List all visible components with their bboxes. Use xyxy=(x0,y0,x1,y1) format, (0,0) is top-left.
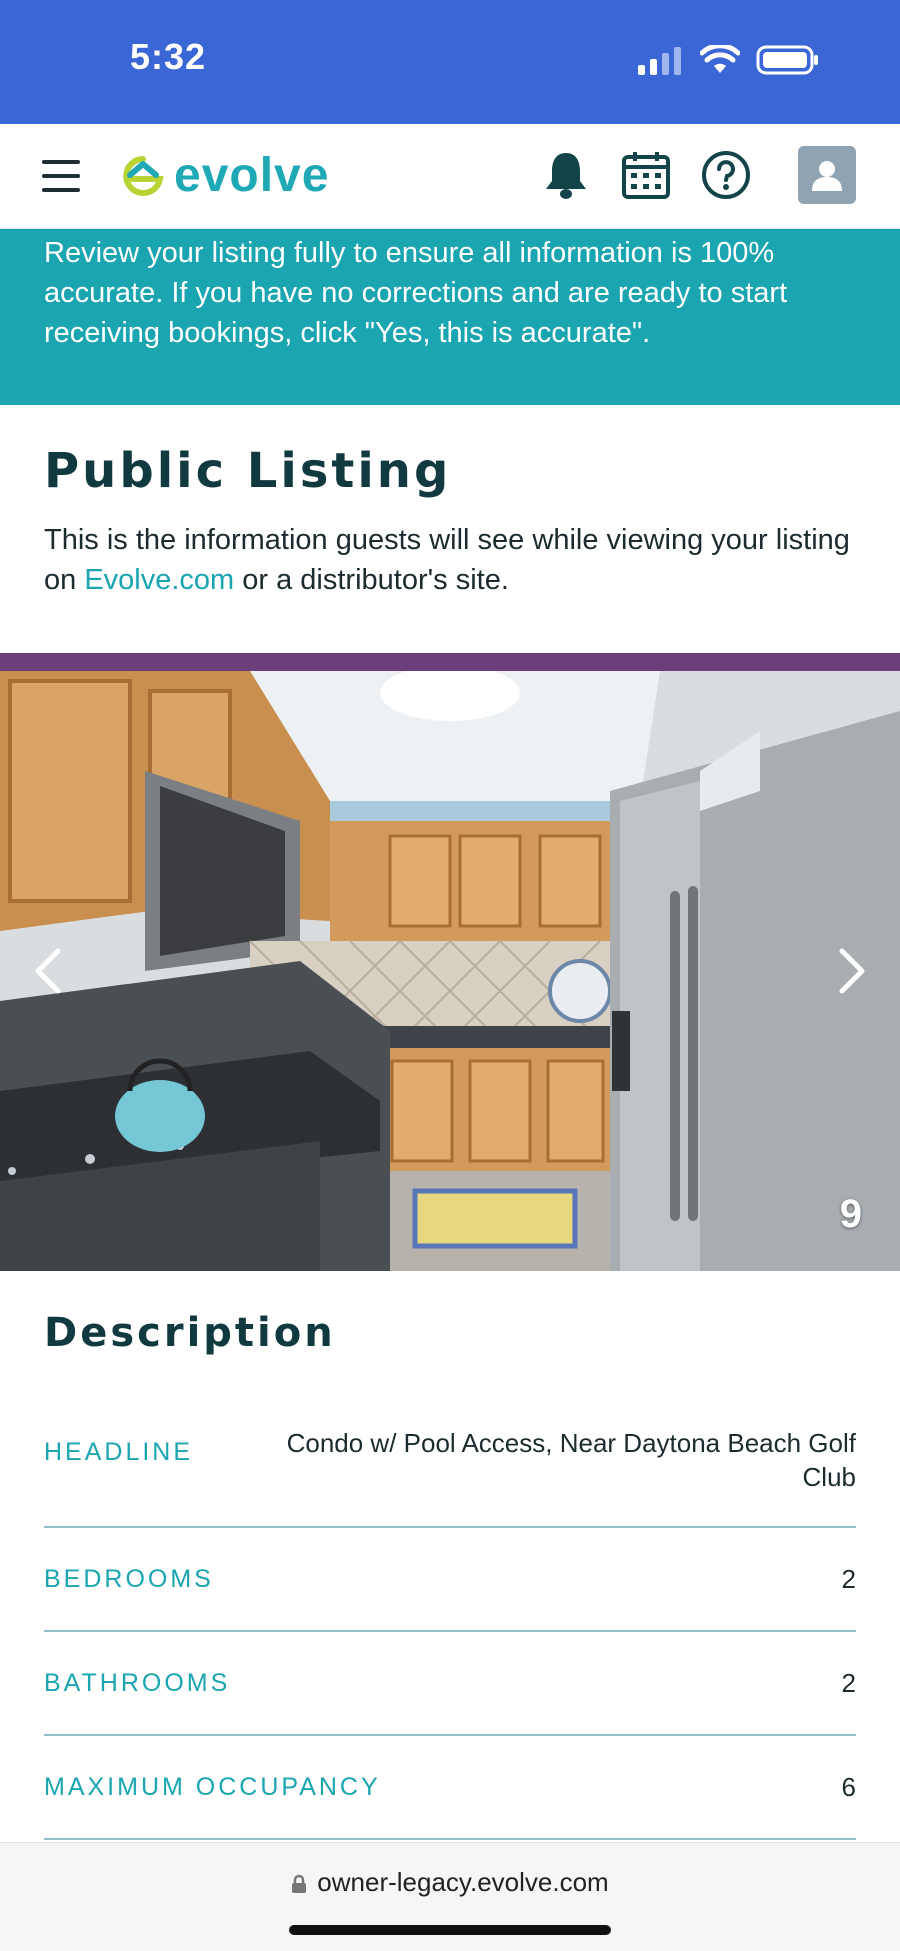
description-list: HEADLINE Condo w/ Pool Access, Near Dayt… xyxy=(44,1400,856,1840)
evolve-link[interactable]: Evolve.com xyxy=(84,564,234,596)
url-display[interactable]: owner-legacy.evolve.com xyxy=(0,1867,900,1898)
url-text: owner-legacy.evolve.com xyxy=(317,1867,609,1897)
wifi-icon xyxy=(700,45,740,73)
banner-text: Review your listing fully to ensure all … xyxy=(44,237,788,349)
status-icons xyxy=(636,44,820,76)
description-row-bedrooms: BEDROOMS 2 xyxy=(44,1528,856,1632)
page-title: Public Listing xyxy=(44,443,452,499)
app-header: evolve xyxy=(0,124,900,229)
browser-address-bar[interactable]: owner-legacy.evolve.com xyxy=(0,1842,900,1951)
row-label: BATHROOMS xyxy=(44,1668,231,1697)
kitchen-photo xyxy=(0,671,900,1271)
home-indicator[interactable] xyxy=(289,1925,611,1935)
user-icon xyxy=(812,161,842,191)
status-time: 5:32 xyxy=(130,36,207,77)
chevron-right-icon[interactable] xyxy=(820,941,880,1001)
status-bar: 5:32 xyxy=(0,0,900,124)
battery-icon xyxy=(756,45,818,75)
row-value: 6 xyxy=(841,1771,856,1802)
signal-icon xyxy=(638,47,681,75)
evolve-logo[interactable]: evolve xyxy=(120,148,329,203)
lock-icon xyxy=(292,1874,307,1894)
desc-text-after: or a distributor's site. xyxy=(234,564,509,596)
row-value: Condo w/ Pool Access, Near Daytona Beach… xyxy=(286,1428,856,1492)
row-label: HEADLINE xyxy=(44,1438,194,1466)
section-divider xyxy=(0,653,900,671)
description-row-bathrooms: BATHROOMS 2 xyxy=(44,1632,856,1736)
description-row-max-occupancy: MAXIMUM OCCUPANCY 6 xyxy=(44,1736,856,1840)
profile-avatar[interactable] xyxy=(798,146,856,204)
chevron-left-icon[interactable] xyxy=(20,941,80,1001)
row-label: BEDROOMS xyxy=(44,1564,214,1593)
help-icon[interactable] xyxy=(698,147,754,203)
menu-icon[interactable] xyxy=(42,160,80,192)
row-value: 2 xyxy=(841,1563,856,1594)
description-heading: Description xyxy=(44,1310,336,1356)
header-actions xyxy=(514,146,856,204)
bell-icon[interactable] xyxy=(538,147,594,203)
photo-carousel[interactable]: 9 xyxy=(0,671,900,1271)
logo-mark-icon xyxy=(123,155,164,196)
calendar-icon[interactable] xyxy=(618,147,674,203)
row-value: 2 xyxy=(841,1667,856,1698)
logo-text: evolve xyxy=(174,149,330,202)
description-row-headline: HEADLINE Condo w/ Pool Access, Near Dayt… xyxy=(44,1400,856,1528)
review-banner: Review your listing fully to ensure all … xyxy=(0,229,900,405)
public-listing-description: This is the information guests will see … xyxy=(44,520,864,600)
row-label: MAXIMUM OCCUPANCY xyxy=(44,1772,381,1801)
photo-count: 9 xyxy=(839,1192,862,1236)
